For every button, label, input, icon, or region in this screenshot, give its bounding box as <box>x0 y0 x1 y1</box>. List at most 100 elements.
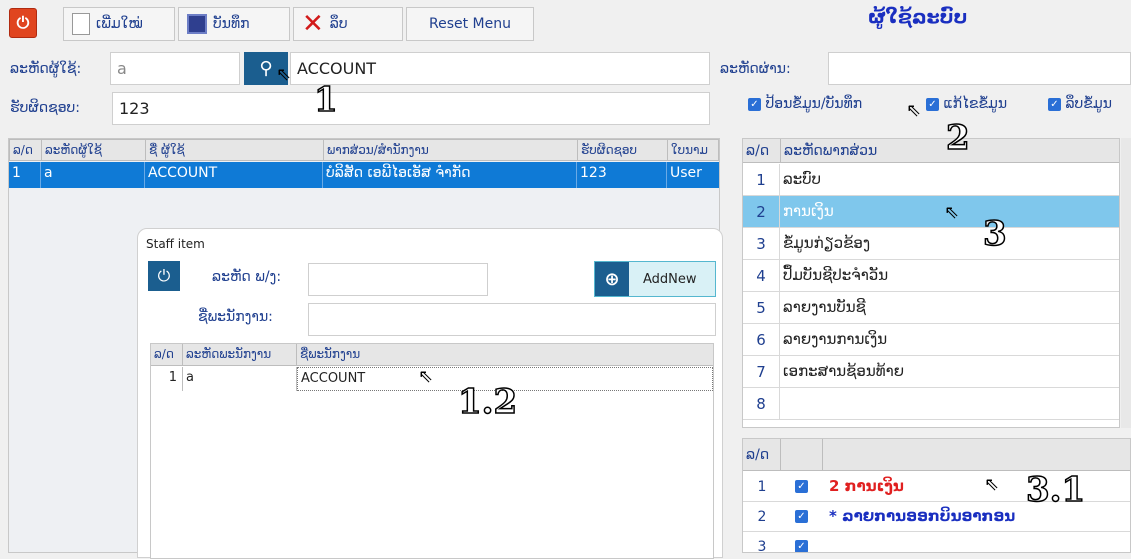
add-new-label: AddNew <box>643 271 697 287</box>
col-header: ຊື່ ຜູ້ໃຊ້ <box>146 140 324 160</box>
annotation-label: 1 <box>313 79 338 121</box>
col-header: ລະຫັດພະນັກງານ <box>183 344 297 365</box>
power-button[interactable]: ⏻ <box>9 8 37 38</box>
search-icon: ⚲ <box>259 58 273 79</box>
password-input[interactable] <box>828 52 1131 85</box>
row-number: 2 <box>756 203 766 221</box>
delete-button-label: ລຶບ <box>329 16 348 32</box>
new-button-label: ເພີ່ມໃໝ່ <box>96 16 143 32</box>
user-code-input[interactable]: a <box>110 52 240 85</box>
col-header: ລ/ດ <box>10 140 42 160</box>
staff-table-header: ລ/ດ ລະຫັດພະນັກງານ ຊື່ພະນັກງານ <box>151 344 713 366</box>
staff-name-input[interactable] <box>308 303 716 336</box>
new-button[interactable]: ເພີ່ມໃໝ່ <box>63 7 175 41</box>
row-number: 3 <box>757 539 767 553</box>
list-item[interactable]: 1 ລະບົບ <box>743 164 1119 196</box>
section-name: ການເງິນ <box>783 202 834 220</box>
users-table: ລ/ດ ລະຫັດຜູ້ໃຊ້ ຊື່ ຜູ້ໃຊ້ ພາກສ່ວນ/ສຳນັກ… <box>8 138 723 559</box>
cursor-icon: ⇖ <box>276 64 292 85</box>
list-item[interactable]: 3 ✓ <box>743 532 1130 553</box>
annotation-label: 3.1 <box>1025 469 1086 511</box>
row-number: 2 <box>757 509 767 525</box>
perm-input-save[interactable]: ✓ ປ້ອນຂໍ້ມູນ/ບັນທຶກ <box>748 96 862 112</box>
row-number: 8 <box>756 395 766 413</box>
responsible-input[interactable]: 123 <box>112 92 710 125</box>
col-header <box>781 439 823 470</box>
sections-table-header: ລ/ດ ລະຫັດພາກສ່ວນ <box>743 139 1119 163</box>
section-name: ລາຍງານບັນຊີ <box>783 298 866 316</box>
table-row[interactable]: 1 a ACCOUNT ບໍລິສັດ ເອພີໄອເອັສ ຈຳກັດ 123… <box>9 162 719 188</box>
col-header: ພາກສ່ວນ/ສຳນັກງານ <box>324 140 578 160</box>
save-button[interactable]: ບັນທຶກ <box>178 7 290 41</box>
reset-menu-label: Reset Menu <box>429 16 511 32</box>
section-name: ປຶ້ມບັນຊີປະຈຳວັນ <box>783 266 889 284</box>
col-header: ລະຫັດຜູ້ໃຊ້ <box>42 140 146 160</box>
floppy-icon <box>187 14 207 34</box>
menu-table-header: ລ/ດ <box>743 439 1130 471</box>
checkbox-icon[interactable]: ✓ <box>795 510 808 523</box>
row-number: 1 <box>756 171 766 189</box>
save-button-label: ບັນທຶກ <box>213 16 250 32</box>
close-icon: ✕ <box>302 9 324 39</box>
col-header: ໃບນາມ <box>671 143 708 157</box>
checkbox-icon: ✓ <box>1048 97 1061 111</box>
checkbox-icon[interactable]: ✓ <box>795 480 808 493</box>
annotation-label: 1.2 <box>457 381 518 423</box>
add-new-button[interactable]: ⊕ AddNew <box>594 261 716 297</box>
power-icon: ⏻ <box>157 266 171 285</box>
reset-menu-button[interactable]: Reset Menu <box>406 7 534 41</box>
column-divider <box>779 260 780 291</box>
delete-button[interactable]: ✕ ລຶບ <box>293 7 403 41</box>
staff-code-input[interactable] <box>308 263 488 296</box>
section-name: ລະບົບ <box>783 170 821 188</box>
staff-name-label: ຊື່ພະນັກງານ: <box>198 309 273 325</box>
user-code-label: ລະຫັດຜູ້ໃຊ້: <box>10 61 82 77</box>
table-cell: 123 <box>577 162 667 188</box>
table-cell: User <box>670 165 702 181</box>
list-item[interactable]: 4 ປຶ້ມບັນຊີປະຈຳວັນ <box>743 260 1119 292</box>
sections-scrollbar[interactable] <box>1121 138 1131 428</box>
table-cell: ບໍລິສັດ ເອພີໄອເອັສ ຈຳກັດ <box>323 162 577 188</box>
cursor-icon: ⇖ <box>418 366 434 387</box>
users-table-header: ລ/ດ ລະຫັດຜູ້ໃຊ້ ຊື່ ຜູ້ໃຊ້ ພາກສ່ວນ/ສຳນັກ… <box>9 139 719 161</box>
perm-edit[interactable]: ✓ ແກ້ໄຂຂໍ້ມູນ <box>926 96 1007 112</box>
perm-input-save-label: ປ້ອນຂໍ້ມູນ/ບັນທຶກ <box>765 96 863 112</box>
staff-code-label: ລະຫັດ ພ/ງ: <box>212 269 282 285</box>
list-item[interactable]: 5 ລາຍງານບັນຊີ <box>743 292 1119 324</box>
col-header: ລ/ດ <box>743 139 781 162</box>
perm-delete[interactable]: ✓ ລຶບຂໍ້ມູນ <box>1048 96 1112 112</box>
col-header: ລ/ດ <box>151 344 183 365</box>
sections-table: ລ/ດ ລະຫັດພາກສ່ວນ 1 ລະບົບ 2 ການເງິນ 3 ຂໍ້ມູນກ່… <box>742 138 1120 428</box>
table-cell: a <box>183 367 297 391</box>
password-label: ລະຫັດຜ່ານ: <box>720 61 791 77</box>
new-document-icon <box>72 13 90 35</box>
col-header: ຊື່ພະນັກງານ <box>300 347 361 361</box>
table-cell: 1 <box>151 367 183 391</box>
section-name: ຂໍ້ມູນກ່ຽວຂ້ອງ <box>783 234 871 252</box>
column-divider <box>779 324 780 355</box>
staff-panel-title: Staff item <box>146 237 205 251</box>
row-number: 4 <box>756 267 766 285</box>
menu-item-label: 2 ການເງິນ <box>829 477 904 495</box>
list-item[interactable]: 8 <box>743 388 1119 420</box>
page-title: ຜູ້ໃຊ້ລະບົບ <box>868 6 968 28</box>
list-item[interactable]: 3 ຂໍ້ມູນກ່ຽວຂ້ອງ <box>743 228 1119 260</box>
annotation-label: 3 <box>982 213 1007 255</box>
checkbox-icon: ✓ <box>748 97 761 111</box>
checkbox-icon[interactable]: ✓ <box>795 540 808 552</box>
cursor-icon: ⇖ <box>944 202 960 223</box>
staff-power-button[interactable]: ⏻ <box>148 261 180 291</box>
user-name-input[interactable]: ACCOUNT <box>290 52 710 85</box>
list-item[interactable]: 6 ລາຍງານການເງິນ <box>743 324 1119 356</box>
list-item[interactable]: 2 ການເງິນ <box>743 196 1119 228</box>
staff-panel: Staff item ⏻ ລະຫັດ ພ/ງ: ⊕ AddNew ຊື່ພະນັ… <box>137 228 723 559</box>
list-item[interactable]: 7 ເອກະສານຊ້ອນທ້າຍ <box>743 356 1119 388</box>
cursor-icon: ⇖ <box>906 100 922 121</box>
row-number: 3 <box>756 235 766 253</box>
column-divider <box>779 356 780 387</box>
table-cell: a <box>41 162 145 188</box>
menu-item-label: * ລາຍການອອກບິນອາກອນ <box>829 507 1016 525</box>
row-number: 6 <box>756 331 766 349</box>
col-header: ຮັບຜິດຊອບ <box>578 140 668 160</box>
col-header: ລ/ດ <box>743 439 781 470</box>
